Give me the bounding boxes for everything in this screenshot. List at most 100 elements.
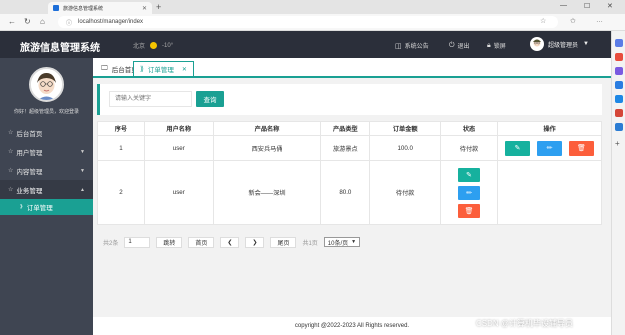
close-icon[interactable]: ✕ [182, 66, 187, 73]
sidebar-greeting: 你好！超级管理员，欢迎登录 [13, 109, 79, 115]
sidebar-item-label: 用户管理 [16, 149, 43, 157]
sidebar-item-orders[interactable]: ⟫ 订单管理 [0, 199, 93, 215]
user-name: 超级管理员 [548, 42, 579, 49]
cell-amount: 待付款 [369, 160, 442, 225]
monitor-icon: 🖵︎ [101, 64, 108, 72]
detail-button[interactable]: ✎ [505, 140, 530, 156]
sidebar-item-business[interactable]: ☆ 业务管理 ▲ [0, 180, 93, 199]
app-header: 旅游信息管理系统 北京 -10° ◫ 系统公告 ⏻ 退出 🔒︎ 锁屏 超级管理员… [0, 31, 611, 58]
avatar [530, 37, 544, 51]
pagination: 共2条 1 跳转 首页 ❮ ❯ 尾页 共1页 10条/页 ▼ [97, 233, 602, 251]
edit-button[interactable]: ✏︎ [458, 185, 481, 200]
cell-actions [497, 160, 602, 225]
close-tab-icon[interactable]: ✕ [142, 5, 147, 12]
lock-label: 锁屏 [493, 44, 506, 50]
search-input[interactable] [109, 91, 192, 107]
pencil-icon: ✏︎ [466, 189, 472, 197]
office-icon[interactable] [615, 95, 623, 103]
browser-side-panel: + [611, 31, 625, 335]
page-input[interactable]: 1 [124, 236, 151, 248]
brand-title: 旅游信息管理系统 [20, 43, 100, 54]
chevron-right-icon: ❯ [252, 239, 258, 246]
cell-product: 新会——深圳 [212, 160, 322, 225]
drop-icon[interactable] [615, 123, 623, 131]
sidebar-item-home[interactable]: ☆ 后台首页 [0, 123, 93, 142]
cell-user: user [143, 135, 214, 161]
sidebar-item-label: 业务管理 [16, 187, 43, 195]
last-page-button[interactable]: 尾页 [270, 236, 297, 248]
browser-tab[interactable]: 旅游信息管理系统 ✕ [48, 2, 152, 14]
sidebar-item-label: 后台首页 [16, 130, 43, 138]
trash-icon: 🗑︎ [464, 207, 474, 215]
cell-no: 2 [97, 160, 145, 225]
lock-icon: 🔒︎ [487, 41, 491, 49]
sidebar-item-content[interactable]: ☆ 内容管理 ▼ [0, 161, 93, 180]
pencil-icon: ✏︎ [546, 145, 553, 152]
next-page-button[interactable]: ❯ [245, 236, 265, 248]
sidebar: 你好！超级管理员，欢迎登录 ☆ 后台首页 ☆ 用户管理 ▼ ☆ 内容管理 ▼ ☆… [0, 58, 93, 335]
watermark: CSDN @计算机毕设辅导员 [476, 319, 574, 328]
tab-label: 订单管理 [147, 67, 174, 74]
prev-page-button[interactable]: ❮ [220, 236, 240, 248]
caret-down-icon: ▼ [583, 41, 589, 47]
home-browser-icon[interactable]: ⌂ [40, 17, 45, 26]
tools-icon[interactable] [615, 67, 623, 75]
cell-status: 待付款 [440, 135, 499, 161]
lock-link[interactable]: 🔒︎ 锁屏 [487, 41, 506, 51]
cell-type: 80.0 [320, 160, 371, 225]
edit-button[interactable]: ✏︎ [537, 140, 562, 156]
page-size-select[interactable]: 10条/页 ▼ [323, 237, 361, 247]
jump-button[interactable]: 跳转 [156, 236, 183, 248]
col-header-product: 产品名称 [212, 121, 322, 136]
search-panel: 查询 [97, 84, 602, 115]
cell-amount: 100.0 [369, 135, 442, 161]
delete-button[interactable]: 🗑︎ [458, 203, 481, 218]
tab-orders[interactable]: ⟫ 订单管理 ✕ [133, 61, 194, 76]
refresh-icon[interactable]: ↻ [24, 17, 31, 26]
total-pages: 共1页 [302, 240, 318, 247]
table-row: 2 user 新会——深圳 80.0 待付款 ✎ ✏︎ 🗑︎ [97, 160, 602, 225]
sidebar-menu: ☆ 后台首页 ☆ 用户管理 ▼ ☆ 内容管理 ▼ ☆ 业务管理 ▲ ⟫ 订单管理 [0, 123, 93, 215]
sidebar-item-label: 内容管理 [16, 168, 43, 176]
info-icon[interactable]: ⓘ [66, 18, 72, 27]
user-icon: ☆ [8, 149, 14, 155]
window-close-icon[interactable]: ✕ [607, 2, 613, 10]
user-menu[interactable]: 超级管理员 ▼ [530, 37, 589, 51]
more-icon[interactable]: … [596, 17, 603, 24]
new-tab-icon[interactable]: + [156, 2, 161, 12]
add-icon[interactable]: + [615, 139, 623, 148]
back-icon[interactable]: ← [8, 17, 16, 26]
url-field[interactable]: ⓘ localhost/manager/index [58, 16, 558, 28]
minimize-icon[interactable]: — [560, 2, 567, 9]
notice-link[interactable]: ◫ 系统公告 [395, 41, 429, 51]
total-count: 共2条 [103, 240, 119, 247]
delete-button[interactable]: 🗑︎ [569, 140, 594, 156]
main-content: 🖵︎ 后台首页 ⟫ 订单管理 ✕ 查询 序号 用户名称 产品名称 产品类型 订单… [93, 58, 611, 335]
caret-up-icon: ▲ [80, 186, 85, 193]
cell-actions: ✎ ✏︎ 🗑︎ [497, 135, 602, 161]
order-icon: ⟫ [20, 204, 23, 210]
favorites-icon[interactable]: ✩ [570, 17, 576, 25]
browser-tabstrip: 旅游信息管理系统 ✕ + — ☐ ✕ [0, 0, 625, 14]
address-bar: ← ↻ ⌂ ⓘ localhost/manager/index ☆ ✩ … [0, 14, 625, 31]
caret-down-icon: ▼ [351, 239, 357, 245]
logout-link[interactable]: ⏻ 退出 [449, 41, 470, 51]
outlook-icon[interactable] [615, 109, 623, 117]
shopping-icon[interactable] [615, 53, 623, 61]
page-size-value: 10条/页 [327, 240, 349, 247]
detail-button[interactable]: ✎ [458, 167, 481, 182]
order-icon: ⟫ [140, 66, 144, 73]
favicon-icon [53, 5, 59, 11]
chevron-left-icon: ❮ [227, 239, 233, 246]
star-icon[interactable]: ☆ [540, 17, 546, 25]
sidebar-item-users[interactable]: ☆ 用户管理 ▼ [0, 142, 93, 161]
games-icon[interactable] [615, 81, 623, 89]
maximize-icon[interactable]: ☐ [584, 2, 590, 10]
browser-tab-title: 旅游信息管理系统 [63, 5, 104, 12]
trash-icon: 🗑︎ [577, 145, 586, 152]
first-page-button[interactable]: 首页 [188, 236, 215, 248]
temperature-label: -10° [162, 42, 174, 49]
bell-icon: ◫ [395, 42, 402, 50]
search-icon[interactable] [615, 39, 623, 47]
search-button[interactable]: 查询 [196, 91, 224, 107]
